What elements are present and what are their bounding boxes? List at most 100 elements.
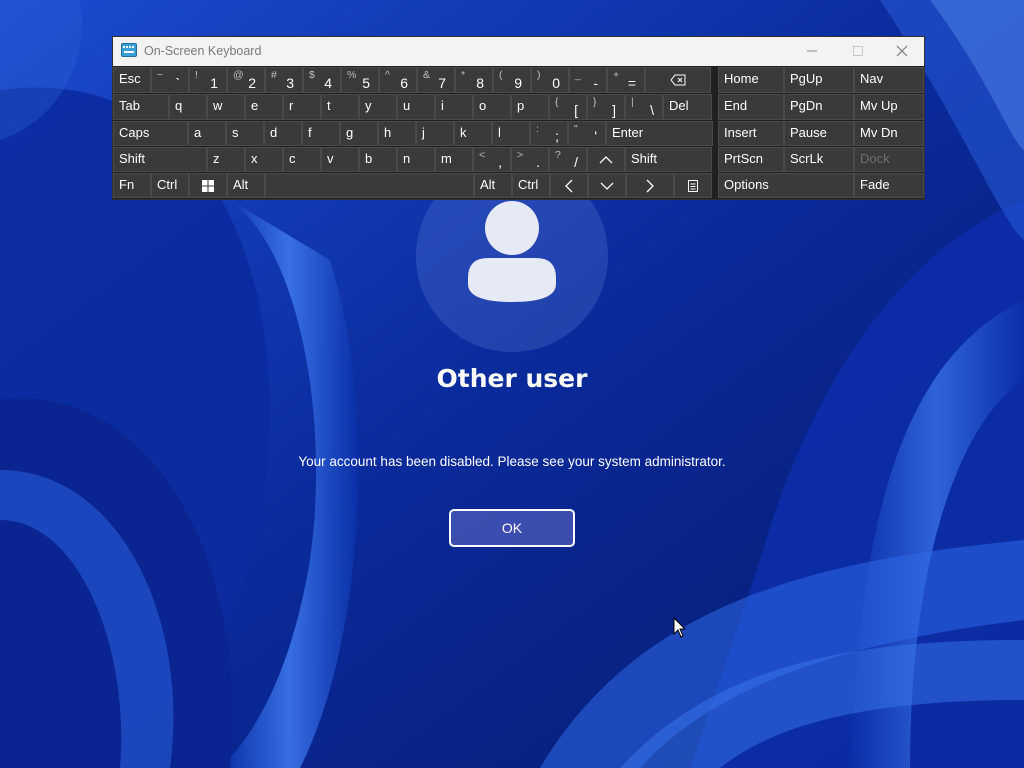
key-slash[interactable]: ? / — [549, 147, 587, 172]
key-up[interactable] — [587, 147, 625, 172]
key-i[interactable]: i — [435, 94, 473, 120]
key-2[interactable]: @2 — [227, 67, 265, 93]
key-v[interactable]: v — [321, 147, 359, 172]
key-right[interactable] — [626, 173, 674, 198]
key-lalt[interactable]: Alt — [227, 173, 265, 198]
key-win[interactable] — [189, 173, 227, 198]
key-label: s — [232, 125, 239, 140]
osk-titlebar[interactable]: On-Screen Keyboard — [113, 37, 924, 66]
key-a[interactable]: a — [188, 121, 226, 146]
key-pgup[interactable]: PgUp — [784, 67, 854, 93]
key-y[interactable]: y — [359, 94, 397, 120]
key-rbracket[interactable]: }] — [587, 94, 625, 120]
key-o[interactable]: o — [473, 94, 511, 120]
key-fn[interactable]: Fn — [113, 173, 151, 198]
key-8[interactable]: * 8 — [455, 67, 493, 93]
key-scrlk[interactable]: ScrLk — [784, 147, 854, 172]
key-label: = — [627, 75, 636, 91]
key-minus[interactable]: _ - — [569, 67, 607, 93]
key-lbracket[interactable]: {[ — [549, 94, 587, 120]
key-mvdn[interactable]: Mv Dn — [854, 121, 924, 146]
key-3[interactable]: #3 — [265, 67, 303, 93]
key-x[interactable]: x — [245, 147, 283, 172]
key-9[interactable]: (9 — [493, 67, 531, 93]
key-n[interactable]: n — [397, 147, 435, 172]
key-backslash[interactable]: | \ — [625, 94, 663, 120]
key-esc[interactable]: Esc — [113, 67, 151, 93]
key-t[interactable]: t — [321, 94, 359, 120]
key-rshift[interactable]: Shift — [625, 147, 712, 172]
key-u[interactable]: u — [397, 94, 435, 120]
key-space[interactable] — [265, 173, 474, 198]
key-label: e — [251, 98, 259, 113]
key-m[interactable]: m — [435, 147, 473, 172]
key-shift-label: & — [423, 69, 431, 81]
key-backspace[interactable] — [645, 67, 711, 93]
minimize-button[interactable] — [789, 37, 835, 66]
key-g[interactable]: g — [340, 121, 378, 146]
key-rctrl[interactable]: Ctrl — [512, 173, 550, 198]
key-label: r — [289, 98, 294, 113]
key-c[interactable]: c — [283, 147, 321, 172]
key-lshift[interactable]: Shift — [113, 147, 207, 172]
key-period[interactable]: >. — [511, 147, 549, 172]
key-menu[interactable] — [674, 173, 712, 198]
key-options[interactable]: Options — [718, 173, 854, 198]
key-dock[interactable]: Dock — [854, 147, 924, 172]
key-7[interactable]: & 7 — [417, 67, 455, 93]
key-j[interactable]: j — [416, 121, 454, 146]
key-quote[interactable]: " ' — [568, 121, 606, 146]
key-e[interactable]: e — [245, 94, 283, 120]
key-comma[interactable]: <, — [473, 147, 511, 172]
key-pause[interactable]: Pause — [784, 121, 854, 146]
key-del[interactable]: Del — [663, 94, 712, 120]
key-q[interactable]: q — [169, 94, 207, 120]
key-semicolon[interactable]: :; — [530, 121, 568, 146]
key-down[interactable] — [588, 173, 626, 198]
key-h[interactable]: h — [378, 121, 416, 146]
key-left[interactable] — [550, 173, 588, 198]
key-z[interactable]: z — [207, 147, 245, 172]
key-k[interactable]: k — [454, 121, 492, 146]
key-d[interactable]: d — [264, 121, 302, 146]
key-equals[interactable]: + = — [607, 67, 645, 93]
key-5[interactable]: % 5 — [341, 67, 379, 93]
key-b[interactable]: b — [359, 147, 397, 172]
key-l[interactable]: l — [492, 121, 530, 146]
close-button[interactable] — [879, 37, 925, 66]
key-label: Home — [724, 71, 759, 86]
key-6[interactable]: ^ 6 — [379, 67, 417, 93]
key-insert[interactable]: Insert — [718, 121, 784, 146]
key-shift-label: + — [613, 69, 620, 81]
key-w[interactable]: w — [207, 94, 245, 120]
maximize-button[interactable] — [835, 37, 881, 66]
key-0[interactable]: ) 0 — [531, 67, 569, 93]
key-shift-label: { — [555, 96, 559, 108]
ok-button[interactable]: OK — [449, 509, 575, 547]
key-tab[interactable]: Tab — [113, 94, 169, 120]
key-s[interactable]: s — [226, 121, 264, 146]
key-prtscn[interactable]: PrtScn — [718, 147, 784, 172]
key-p[interactable]: p — [511, 94, 549, 120]
key-1[interactable]: ! 1 — [189, 67, 227, 93]
key-r[interactable]: r — [283, 94, 321, 120]
key-label: Alt — [480, 177, 496, 192]
key-label: 2 — [248, 75, 256, 91]
key-nav[interactable]: Nav — [854, 67, 924, 93]
key-label: [ — [574, 102, 578, 118]
key-label: 3 — [286, 75, 294, 91]
key-enter[interactable]: Enter — [606, 121, 713, 146]
key-mvup[interactable]: Mv Up — [854, 94, 924, 120]
key-home[interactable]: Home — [718, 67, 784, 93]
key-label: k — [460, 125, 467, 140]
key-4[interactable]: $4 — [303, 67, 341, 93]
key-f[interactable]: f — [302, 121, 340, 146]
key-fade[interactable]: Fade — [854, 173, 924, 198]
key-backtick[interactable]: ~ ` — [151, 67, 189, 93]
key-ralt[interactable]: Alt — [474, 173, 512, 198]
key-caps[interactable]: Caps — [113, 121, 188, 146]
key-pgdn[interactable]: PgDn — [784, 94, 854, 120]
key-end[interactable]: End — [718, 94, 784, 120]
key-label: i — [441, 98, 444, 113]
key-lctrl[interactable]: Ctrl — [151, 173, 189, 198]
